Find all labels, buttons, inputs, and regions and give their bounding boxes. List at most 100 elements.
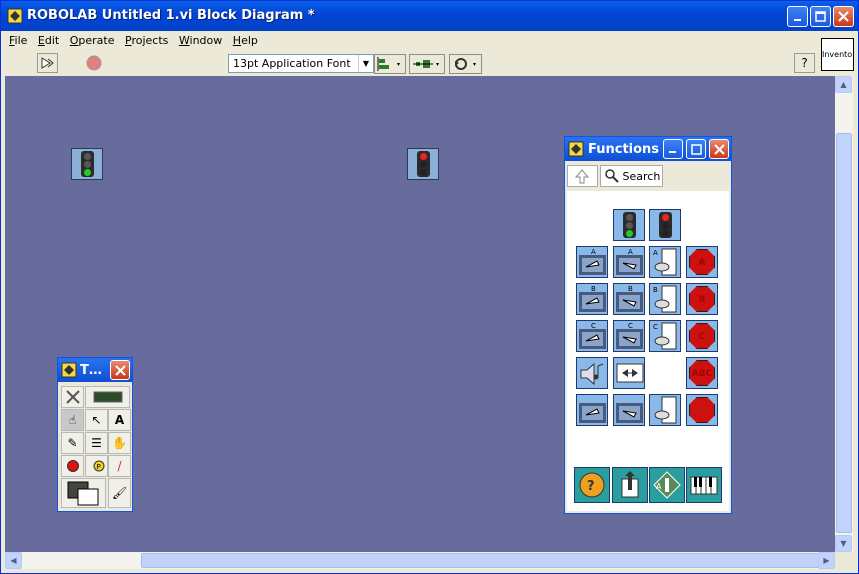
title-bar[interactable]: ROBOLAB Untitled 1.vi Block Diagram * [1,1,858,31]
stop-sign-icon: A [689,249,715,275]
menu-help[interactable]: Help [229,32,261,47]
stop-c-vi[interactable]: C [686,320,718,352]
music-subpalette[interactable] [686,467,722,503]
play-sound-vi[interactable] [576,357,608,389]
motor-reverse-vi[interactable] [613,394,645,426]
vertical-scroll-thumb[interactable] [836,133,852,533]
palette-close-button[interactable] [709,139,729,159]
functions-palette-titlebar[interactable]: Functions [565,137,731,161]
motor-icon: B [616,285,643,312]
inventor-icon: Inventor [821,38,854,71]
menu-projects[interactable]: Projects [121,32,171,47]
traffic-light-red[interactable] [407,148,439,180]
led-indicator-icon [93,391,122,403]
lamp-b-vi[interactable]: B [649,283,681,315]
motor-forward-vi[interactable] [576,394,608,426]
wait-red-light-vi[interactable] [649,209,681,241]
probe-tool[interactable]: P [85,455,108,477]
palette-up-button[interactable] [567,165,598,187]
operate-hand-icon: ☝ [68,413,77,427]
close-button[interactable] [833,6,854,27]
svg-text:?: ? [587,479,595,494]
structures-subpalette[interactable]: A [649,467,685,503]
arrow-left-icon: ◀ [10,556,17,565]
svg-text:B: B [591,285,596,293]
fork-arrows-icon [616,363,644,383]
fork-vi[interactable] [613,357,645,389]
stop-vi[interactable] [686,394,718,426]
breakpoint-tool[interactable] [61,455,84,477]
run-arrow-icon [41,57,54,69]
return-subpalette[interactable] [612,467,648,503]
coloring-tool[interactable] [61,478,106,508]
stop-abc-vi[interactable]: ABC [686,357,718,389]
minimize-button[interactable] [787,6,808,27]
labview-app-icon [7,8,23,24]
align-objects-button[interactable] [374,54,406,74]
motor-icon: C [616,322,643,349]
svg-text:A: A [653,249,658,257]
auto-tool-indicator[interactable] [85,386,130,408]
align-objects-icon [377,57,400,71]
motor-c-reverse-vi[interactable]: C [613,320,645,352]
scroll-up-button[interactable]: ▲ [835,76,852,93]
lamp-a-vi[interactable]: A [649,246,681,278]
motor-a-reverse-vi[interactable]: A [613,246,645,278]
block-diagram-canvas[interactable]: Functions Search A A A A B B B B C C C C… [5,76,835,552]
stop-b-vi[interactable]: B [686,283,718,315]
scroll-tool[interactable]: ✋ [108,432,131,454]
reorder-button[interactable] [449,54,482,74]
maximize-button[interactable] [810,6,831,27]
position-tool[interactable]: ↖ [85,409,108,431]
palette-maximize-button[interactable] [686,139,706,159]
vertical-scrollbar[interactable]: ▲ ▼ [835,76,853,552]
abort-button[interactable] [83,53,104,73]
wait-green-light-vi[interactable] [613,209,645,241]
tools-close-button[interactable] [110,360,130,380]
motor-icon: A [579,248,606,275]
operate-tool[interactable]: ☝ [61,409,84,431]
piano-keys-icon [690,476,718,495]
horizontal-scrollbar[interactable]: ◀ ▶ [5,552,835,569]
svg-text:A: A [591,248,596,256]
text-tool[interactable]: A [108,409,131,431]
shortcut-menu-tool[interactable]: ☰ [85,432,108,454]
lamp-vi[interactable] [649,394,681,426]
motor-c-forward-vi[interactable]: C [576,320,608,352]
wiring-tool[interactable]: ✎ [61,432,84,454]
menu-file[interactable]: File [5,32,30,47]
horizontal-scroll-thumb[interactable] [141,553,821,568]
paint-tool[interactable]: 🖌 [108,478,131,508]
menu-operate[interactable]: Operate [66,32,118,47]
motor-a-forward-vi[interactable]: A [576,246,608,278]
distribute-objects-button[interactable] [409,54,445,74]
toolbar: 13pt Application Font ▼ ? [5,51,821,75]
font-select-value: 13pt Application Font [233,57,351,70]
help-label: ? [801,56,808,70]
motor-b-forward-vi[interactable]: B [576,283,608,315]
auto-tool-button[interactable] [61,386,84,408]
motor-b-reverse-vi[interactable]: B [613,283,645,315]
run-button[interactable] [37,53,58,73]
window-title: ROBOLAB Untitled 1.vi Block Diagram * [27,8,315,23]
traffic-light-green[interactable] [71,148,103,180]
palette-search-button[interactable]: Search [600,165,663,187]
tools-title: T… [80,363,102,378]
scroll-left-button[interactable]: ◀ [5,552,22,569]
palette-minimize-button[interactable] [663,139,683,159]
size-grip[interactable] [835,552,853,569]
stop-a-vi[interactable]: A [686,246,718,278]
tools-palette-titlebar[interactable]: T… [58,358,132,382]
color-copy-tool[interactable]: / [108,455,131,477]
breakpoint-icon [66,460,79,472]
help-subpalette[interactable]: ? [574,467,610,503]
scroll-hand-icon: ✋ [112,436,127,450]
menu-edit[interactable]: Edit [34,32,62,47]
help-button[interactable]: ? [794,53,815,73]
scroll-down-button[interactable]: ▼ [835,535,852,552]
lamp-c-vi[interactable]: C [649,320,681,352]
scroll-right-button[interactable]: ▶ [818,552,835,569]
close-icon [838,11,849,22]
font-select[interactable]: 13pt Application Font ▼ [228,54,374,73]
menu-window[interactable]: Window [175,32,225,47]
